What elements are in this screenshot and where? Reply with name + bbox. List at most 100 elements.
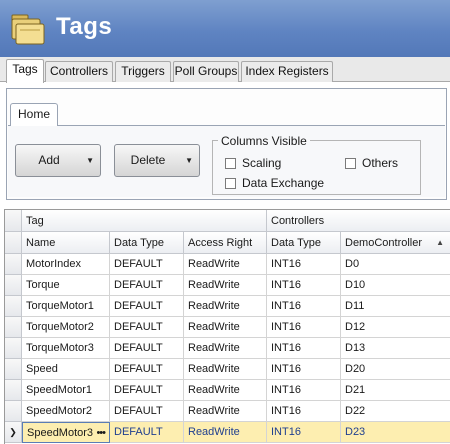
cell-text: DEFAULT bbox=[114, 279, 163, 291]
name-cell[interactable]: SpeedMotor1 bbox=[22, 380, 110, 401]
others-checkbox[interactable] bbox=[345, 158, 356, 169]
access-right-cell[interactable]: ReadWrite bbox=[184, 401, 267, 422]
data-type-cell[interactable]: DEFAULT bbox=[110, 401, 184, 422]
controller-data-type-cell[interactable]: INT16 bbox=[267, 338, 341, 359]
cell-text: D22 bbox=[345, 405, 366, 417]
title-bar: Tags bbox=[0, 0, 450, 57]
cell-text: INT16 bbox=[271, 426, 301, 438]
name-cell[interactable]: SpeedMotor3 ••• bbox=[22, 422, 110, 443]
column-header-controller-data-type[interactable]: Data Type bbox=[267, 232, 341, 254]
name-cell[interactable]: TorqueMotor1 bbox=[22, 296, 110, 317]
column-header-democontroller[interactable]: DemoController ▲ bbox=[341, 232, 450, 254]
cell-text: ReadWrite bbox=[188, 321, 240, 333]
column-header-label: DemoController bbox=[345, 237, 423, 249]
access-right-cell[interactable]: ReadWrite bbox=[184, 380, 267, 401]
address-cell[interactable]: D0 bbox=[341, 254, 450, 275]
column-header-data-type[interactable]: Data Type bbox=[110, 232, 184, 254]
address-cell[interactable]: D23 bbox=[341, 422, 450, 443]
address-cell[interactable]: D11 bbox=[341, 296, 450, 317]
scaling-checkbox[interactable] bbox=[225, 158, 236, 169]
row-selector[interactable] bbox=[5, 317, 22, 338]
cell-text: DEFAULT bbox=[114, 300, 163, 312]
cell-text: ReadWrite bbox=[188, 363, 240, 375]
access-right-cell[interactable]: ReadWrite bbox=[184, 254, 267, 275]
add-button[interactable]: Add ▼ bbox=[15, 144, 101, 177]
access-right-cell[interactable]: ReadWrite bbox=[184, 296, 267, 317]
row-selector[interactable] bbox=[5, 254, 22, 275]
access-right-cell[interactable]: ReadWrite bbox=[184, 338, 267, 359]
row-header-spacer bbox=[5, 232, 22, 254]
controller-data-type-cell[interactable]: INT16 bbox=[267, 359, 341, 380]
column-header-access-right[interactable]: Access Right bbox=[184, 232, 267, 254]
data-type-cell[interactable]: DEFAULT bbox=[110, 296, 184, 317]
data-type-cell[interactable]: DEFAULT bbox=[110, 275, 184, 296]
address-cell[interactable]: D22 bbox=[341, 401, 450, 422]
ellipsis-button[interactable]: ••• bbox=[96, 423, 106, 442]
data-type-cell[interactable]: DEFAULT bbox=[110, 317, 184, 338]
cell-text: ReadWrite bbox=[188, 405, 240, 417]
corner-header bbox=[5, 210, 22, 232]
cell-text: D12 bbox=[345, 321, 366, 333]
name-cell[interactable]: Speed bbox=[22, 359, 110, 380]
cell-text: INT16 bbox=[271, 279, 301, 291]
cell-text: INT16 bbox=[271, 300, 301, 312]
cell-text: INT16 bbox=[271, 342, 301, 354]
controller-data-type-cell[interactable]: INT16 bbox=[267, 317, 341, 338]
cell-text: D11 bbox=[345, 300, 365, 312]
cell-text: D21 bbox=[345, 384, 366, 396]
name-cell[interactable]: TorqueMotor2 bbox=[22, 317, 110, 338]
others-label: Others bbox=[362, 156, 399, 170]
add-button-label: Add bbox=[38, 153, 60, 167]
data-type-cell[interactable]: DEFAULT bbox=[110, 338, 184, 359]
cell-text: ReadWrite bbox=[188, 342, 240, 354]
controller-data-type-cell[interactable]: INT16 bbox=[267, 422, 341, 443]
delete-button[interactable]: Delete ▼ bbox=[114, 144, 200, 177]
row-selector[interactable] bbox=[5, 338, 22, 359]
name-cell[interactable]: Torque bbox=[22, 275, 110, 296]
data-type-cell[interactable]: DEFAULT bbox=[110, 380, 184, 401]
controller-data-type-cell[interactable]: INT16 bbox=[267, 254, 341, 275]
controller-data-type-cell[interactable]: INT16 bbox=[267, 380, 341, 401]
address-cell[interactable]: D21 bbox=[341, 380, 450, 401]
access-right-cell[interactable]: ReadWrite bbox=[184, 422, 267, 443]
column-header-name[interactable]: Name bbox=[22, 232, 110, 254]
address-cell[interactable]: D20 bbox=[341, 359, 450, 380]
name-cell[interactable]: MotorIndex bbox=[22, 254, 110, 275]
cell-text: SpeedMotor2 bbox=[26, 405, 93, 417]
row-selector[interactable] bbox=[5, 296, 22, 317]
row-selector[interactable] bbox=[5, 359, 22, 380]
tab-strip: Tags Controllers Triggers Poll Groups In… bbox=[0, 57, 450, 83]
tab-index-registers[interactable]: Index Registers bbox=[241, 61, 333, 82]
cell-text: SpeedMotor1 bbox=[26, 384, 93, 396]
cell-text: ReadWrite bbox=[188, 384, 240, 396]
data-type-cell[interactable]: DEFAULT bbox=[110, 254, 184, 275]
data-type-cell[interactable]: DEFAULT bbox=[110, 422, 184, 443]
row-selector[interactable] bbox=[5, 401, 22, 422]
controller-data-type-cell[interactable]: INT16 bbox=[267, 275, 341, 296]
data-type-cell[interactable]: DEFAULT bbox=[110, 359, 184, 380]
row-selector[interactable] bbox=[5, 380, 22, 401]
name-cell[interactable]: TorqueMotor3 bbox=[22, 338, 110, 359]
address-cell[interactable]: D12 bbox=[341, 317, 450, 338]
access-right-cell[interactable]: ReadWrite bbox=[184, 275, 267, 296]
tab-tags[interactable]: Tags bbox=[6, 59, 44, 83]
controller-data-type-cell[interactable]: INT16 bbox=[267, 401, 341, 422]
access-right-cell[interactable]: ReadWrite bbox=[184, 317, 267, 338]
row-selector[interactable] bbox=[5, 275, 22, 296]
data-exchange-checkbox[interactable] bbox=[225, 178, 236, 189]
address-cell[interactable]: D13 bbox=[341, 338, 450, 359]
tab-triggers[interactable]: Triggers bbox=[115, 61, 171, 82]
name-cell[interactable]: SpeedMotor2 bbox=[22, 401, 110, 422]
folders-icon bbox=[11, 14, 45, 45]
tab-controllers[interactable]: Controllers bbox=[45, 61, 113, 82]
controller-data-type-cell[interactable]: INT16 bbox=[267, 296, 341, 317]
row-selector[interactable]: ❯ bbox=[5, 422, 22, 443]
cell-text: INT16 bbox=[271, 405, 301, 417]
tags-grid: Tag Controllers Name Data Type Access Ri… bbox=[4, 209, 450, 444]
cell-text: INT16 bbox=[271, 258, 301, 270]
tab-poll-groups[interactable]: Poll Groups bbox=[173, 61, 239, 82]
access-right-cell[interactable]: ReadWrite bbox=[184, 359, 267, 380]
ribbon-tab-home[interactable]: Home bbox=[10, 103, 58, 126]
address-cell[interactable]: D10 bbox=[341, 275, 450, 296]
cell-text: ReadWrite bbox=[188, 300, 240, 312]
